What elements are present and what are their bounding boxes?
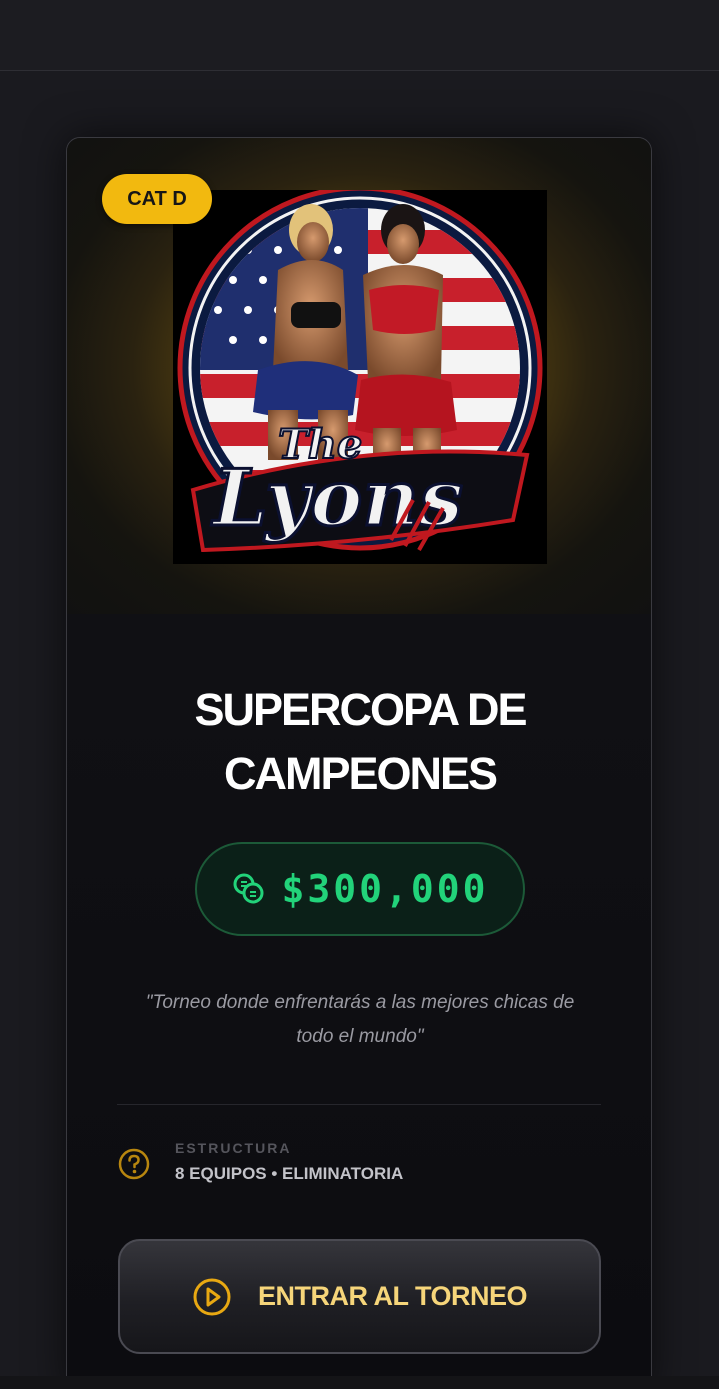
tournament-card: The Lyons CAT D SUPERCOPA DE CAMPEONES $… xyxy=(66,137,652,1389)
title-line-2: CAMPEONES xyxy=(223,748,498,799)
quote-line-2: todo el mundo" xyxy=(296,1026,424,1047)
divider xyxy=(117,1104,601,1105)
svg-text:Lyons: Lyons xyxy=(211,453,463,544)
play-circle-icon xyxy=(193,1278,231,1315)
quote-line-1: "Torneo donde enfrentarás a las mejores … xyxy=(145,992,575,1013)
bottom-strip xyxy=(0,1376,719,1389)
top-bar xyxy=(0,0,719,71)
structure-value: 8 EQUIPOS • ELIMINATORIA xyxy=(175,1164,404,1183)
tournament-quote: "Torneo donde enfrentarás a las mejores … xyxy=(127,986,593,1054)
question-circle-icon xyxy=(118,1148,150,1180)
prize-amount: $300,000 xyxy=(281,867,489,911)
title-line-1: SUPERCOPA DE xyxy=(194,684,527,735)
structure-label: ESTRUCTURA xyxy=(175,1140,292,1156)
enter-tournament-button[interactable]: ENTRAR AL TORNEO xyxy=(118,1239,601,1354)
prize-pill: $300,000 xyxy=(195,842,525,936)
category-badge: CAT D xyxy=(102,174,212,224)
tournament-title: SUPERCOPA DE CAMPEONES xyxy=(67,678,651,806)
hero-banner: The Lyons CAT D xyxy=(67,138,651,614)
coins-icon xyxy=(233,873,264,904)
enter-tournament-label: ENTRAR AL TORNEO xyxy=(257,1281,528,1311)
team-logo-image: The Lyons xyxy=(173,190,547,564)
